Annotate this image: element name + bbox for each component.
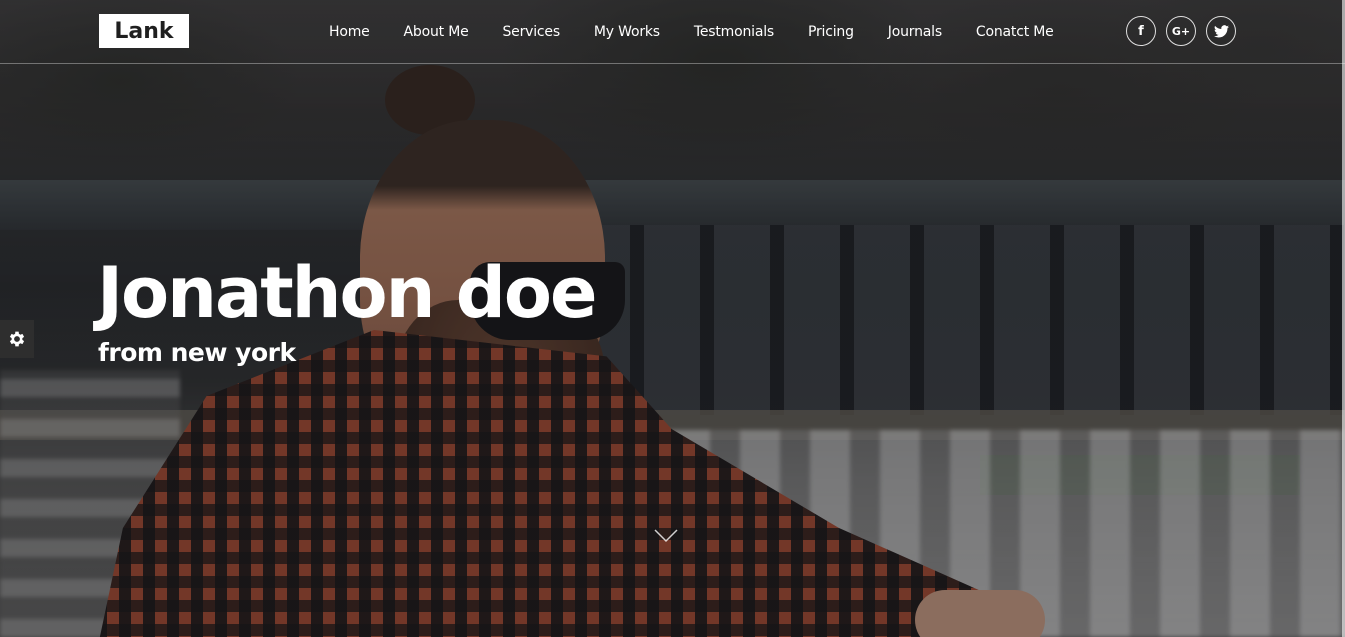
hero-subtitle: from new york: [98, 338, 296, 367]
main-nav: Home About Me Services My Works Testmoni…: [329, 0, 1054, 64]
settings-toggle[interactable]: [0, 320, 34, 358]
site-logo[interactable]: Lank: [99, 14, 189, 48]
site-header: Lank Home About Me Services My Works Tes…: [0, 0, 1345, 64]
gear-icon: [9, 331, 25, 347]
nav-item-journals[interactable]: Journals: [888, 24, 942, 40]
scroll-down-button[interactable]: [654, 528, 678, 543]
chevron-down-icon: [654, 529, 678, 543]
nav-item-about-me[interactable]: About Me: [404, 24, 469, 40]
nav-item-home[interactable]: Home: [329, 24, 370, 40]
twitter-bird-icon: [1213, 24, 1229, 37]
facebook-icon[interactable]: f: [1126, 16, 1156, 46]
facebook-glyph: f: [1138, 23, 1144, 39]
nav-item-contact-me[interactable]: Conatct Me: [976, 24, 1054, 40]
social-links: f G+: [1126, 16, 1236, 46]
hero-title: Jonathon doe: [97, 252, 597, 334]
nav-item-services[interactable]: Services: [502, 24, 560, 40]
nav-item-pricing[interactable]: Pricing: [808, 24, 854, 40]
google-plus-icon[interactable]: G+: [1166, 16, 1196, 46]
nav-item-my-works[interactable]: My Works: [594, 24, 660, 40]
twitter-icon[interactable]: [1206, 16, 1236, 46]
hero-section: Lank Home About Me Services My Works Tes…: [0, 0, 1345, 637]
nav-item-testimonials[interactable]: Testmonials: [694, 24, 774, 40]
google-plus-glyph: G+: [1171, 24, 1191, 38]
